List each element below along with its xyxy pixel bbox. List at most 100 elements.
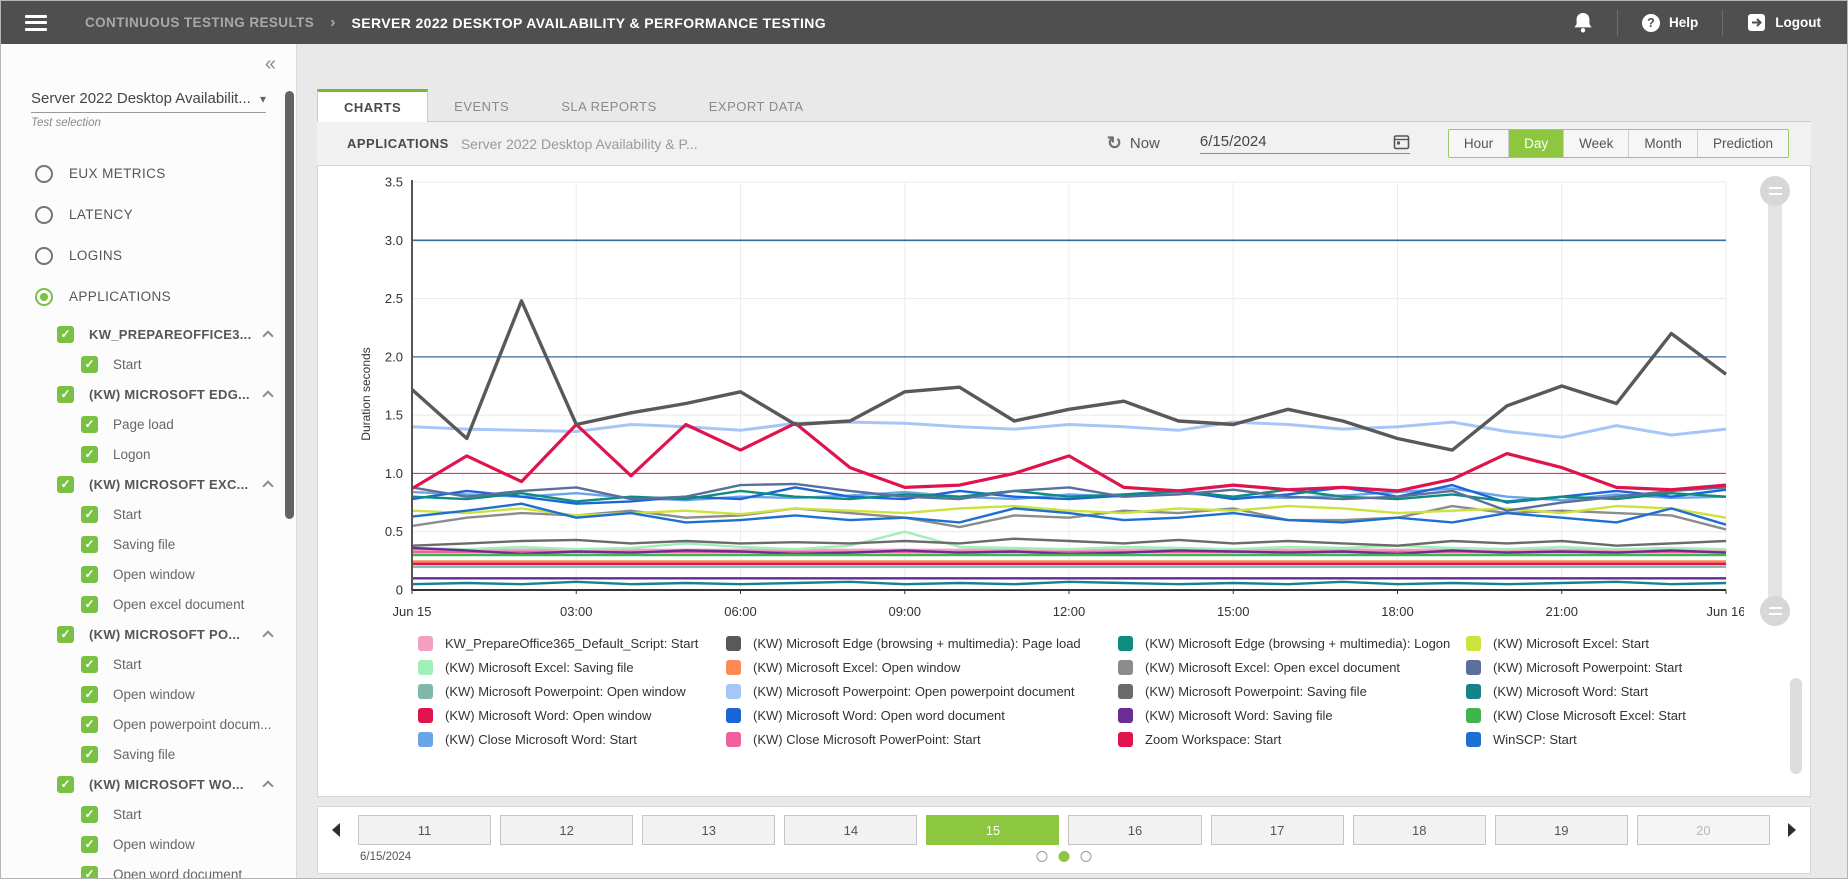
checkbox-checked-icon[interactable]: ✓	[57, 476, 74, 493]
legend-item[interactable]: (KW) Microsoft Powerpoint: Open powerpoi…	[726, 679, 1118, 703]
calendar-icon[interactable]	[1393, 133, 1410, 150]
pagination-dot-1[interactable]	[1037, 851, 1048, 862]
range-button-week[interactable]: Week	[1563, 130, 1628, 157]
now-button[interactable]: Now	[1130, 135, 1160, 152]
day-button-18[interactable]: 18	[1353, 815, 1486, 845]
legend-item[interactable]: (KW) Microsoft Excel: Open window	[726, 655, 1118, 679]
legend-item[interactable]: (KW) Microsoft Word: Open word document	[726, 703, 1118, 727]
range-button-hour[interactable]: Hour	[1449, 130, 1508, 157]
legend-item[interactable]: (KW) Microsoft Edge (browsing + multimed…	[726, 631, 1118, 655]
pagination-dot-2[interactable]	[1059, 851, 1070, 862]
checkbox-checked-icon[interactable]: ✓	[81, 536, 98, 553]
chevron-up-icon[interactable]	[262, 630, 273, 641]
legend-scrollbar[interactable]	[1790, 678, 1802, 774]
date-input[interactable]: 6/15/2024	[1200, 133, 1410, 154]
checkbox-checked-icon[interactable]: ✓	[81, 746, 98, 763]
chevron-up-icon[interactable]	[262, 480, 273, 491]
logout-icon[interactable]	[1747, 13, 1766, 32]
collapse-sidebar-icon[interactable]: «	[265, 54, 276, 74]
range-button-prediction[interactable]: Prediction	[1697, 130, 1788, 157]
tree-item-start[interactable]: ✓Start	[1, 799, 296, 829]
tree-item-open-excel-document[interactable]: ✓Open excel document	[1, 589, 296, 619]
checkbox-checked-icon[interactable]: ✓	[57, 326, 74, 343]
tree-item-open-powerpoint-docum-[interactable]: ✓Open powerpoint docum...	[1, 709, 296, 739]
test-select[interactable]: Server 2022 Desktop Availabilit... ▾ Tes…	[31, 90, 266, 129]
help-button[interactable]: Help	[1669, 15, 1698, 30]
checkbox-checked-icon[interactable]: ✓	[81, 686, 98, 703]
slider-handle-top[interactable]	[1760, 176, 1790, 206]
tree-item-page-load[interactable]: ✓Page load	[1, 409, 296, 439]
chevron-up-icon[interactable]	[262, 390, 273, 401]
tree-item-open-window[interactable]: ✓Open window	[1, 559, 296, 589]
range-button-month[interactable]: Month	[1628, 130, 1697, 157]
logout-button[interactable]: Logout	[1775, 15, 1821, 30]
help-icon[interactable]: ?	[1642, 14, 1660, 32]
range-button-day[interactable]: Day	[1508, 130, 1563, 157]
checkbox-checked-icon[interactable]: ✓	[81, 356, 98, 373]
tree-group--kw-microsoft-edg-[interactable]: ✓(KW) MICROSOFT EDG...	[1, 379, 296, 409]
day-button-13[interactable]: 13	[642, 815, 775, 845]
sidebar-radio-applications[interactable]: APPLICATIONS	[1, 276, 296, 317]
day-button-19[interactable]: 19	[1495, 815, 1628, 845]
legend-item[interactable]: (KW) Microsoft Edge (browsing + multimed…	[1118, 631, 1466, 655]
breadcrumb-section[interactable]: CONTINUOUS TESTING RESULTS	[85, 15, 314, 30]
date-value[interactable]: 6/15/2024	[1200, 133, 1393, 150]
legend-item[interactable]: (KW) Microsoft Powerpoint: Start	[1466, 655, 1746, 679]
day-button-17[interactable]: 17	[1211, 815, 1344, 845]
legend-item[interactable]: (KW) Microsoft Excel: Saving file	[418, 655, 726, 679]
tree-group--kw-microsoft-wo-[interactable]: ✓(KW) MICROSOFT WO...	[1, 769, 296, 799]
legend-item[interactable]: (KW) Microsoft Word: Saving file	[1118, 703, 1466, 727]
refresh-icon[interactable]: ↻	[1107, 133, 1122, 154]
next-page-arrow[interactable]	[1788, 823, 1796, 837]
checkbox-checked-icon[interactable]: ✓	[81, 716, 98, 733]
checkbox-checked-icon[interactable]: ✓	[81, 446, 98, 463]
sidebar-radio-logins[interactable]: LOGINS	[1, 235, 296, 276]
legend-item[interactable]: WinSCP: Start	[1466, 727, 1746, 751]
checkbox-checked-icon[interactable]: ✓	[57, 386, 74, 403]
day-button-14[interactable]: 14	[784, 815, 917, 845]
tree-item-open-window[interactable]: ✓Open window	[1, 829, 296, 859]
tab-charts[interactable]: CHARTS	[317, 89, 428, 122]
day-button-20[interactable]: 20	[1637, 815, 1770, 845]
tree-item-start[interactable]: ✓Start	[1, 499, 296, 529]
checkbox-checked-icon[interactable]: ✓	[81, 656, 98, 673]
tab-events[interactable]: EVENTS	[428, 89, 535, 121]
chevron-up-icon[interactable]	[262, 330, 273, 341]
checkbox-checked-icon[interactable]: ✓	[81, 836, 98, 853]
tree-group--kw-microsoft-po-[interactable]: ✓(KW) MICROSOFT PO...	[1, 619, 296, 649]
tree-item-saving-file[interactable]: ✓Saving file	[1, 529, 296, 559]
tree-item-open-word-document[interactable]: ✓Open word document	[1, 859, 296, 878]
checkbox-checked-icon[interactable]: ✓	[57, 776, 74, 793]
legend-item[interactable]: (KW) Microsoft Word: Start	[1466, 679, 1746, 703]
legend-item[interactable]: (KW) Microsoft Excel: Open excel documen…	[1118, 655, 1466, 679]
tree-item-open-window[interactable]: ✓Open window	[1, 679, 296, 709]
checkbox-checked-icon[interactable]: ✓	[81, 506, 98, 523]
chevron-up-icon[interactable]	[262, 780, 273, 791]
sidebar-radio-eux-metrics[interactable]: EUX METRICS	[1, 153, 296, 194]
tree-item-saving-file[interactable]: ✓Saving file	[1, 739, 296, 769]
notifications-icon[interactable]	[1573, 12, 1593, 34]
day-button-11[interactable]: 11	[358, 815, 491, 845]
pagination-dot-3[interactable]	[1081, 851, 1092, 862]
tree-group-kw-prepareoffice3-[interactable]: ✓KW_PREPAREOFFICE3...	[1, 319, 296, 349]
checkbox-checked-icon[interactable]: ✓	[81, 806, 98, 823]
legend-item[interactable]: (KW) Close Microsoft Excel: Start	[1466, 703, 1746, 727]
sidebar-scrollbar[interactable]	[285, 91, 294, 519]
legend-item[interactable]: (KW) Microsoft Excel: Start	[1466, 631, 1746, 655]
menu-icon[interactable]	[25, 11, 47, 34]
sidebar-radio-latency[interactable]: LATENCY	[1, 194, 296, 235]
tree-item-start[interactable]: ✓Start	[1, 349, 296, 379]
test-select-value[interactable]: Server 2022 Desktop Availabilit...	[31, 90, 254, 107]
legend-item[interactable]: (KW) Microsoft Word: Open window	[418, 703, 726, 727]
prev-page-arrow[interactable]	[332, 823, 340, 837]
tree-group--kw-microsoft-exc-[interactable]: ✓(KW) MICROSOFT EXC...	[1, 469, 296, 499]
legend-item[interactable]: (KW) Close Microsoft PowerPoint: Start	[726, 727, 1118, 751]
checkbox-checked-icon[interactable]: ✓	[57, 626, 74, 643]
checkbox-checked-icon[interactable]: ✓	[81, 566, 98, 583]
legend-item[interactable]: Zoom Workspace: Start	[1118, 727, 1466, 751]
day-button-16[interactable]: 16	[1068, 815, 1201, 845]
day-button-15[interactable]: 15	[926, 815, 1059, 845]
tab-export-data[interactable]: EXPORT DATA	[683, 89, 830, 121]
legend-item[interactable]: (KW) Microsoft Powerpoint: Open window	[418, 679, 726, 703]
day-button-12[interactable]: 12	[500, 815, 633, 845]
